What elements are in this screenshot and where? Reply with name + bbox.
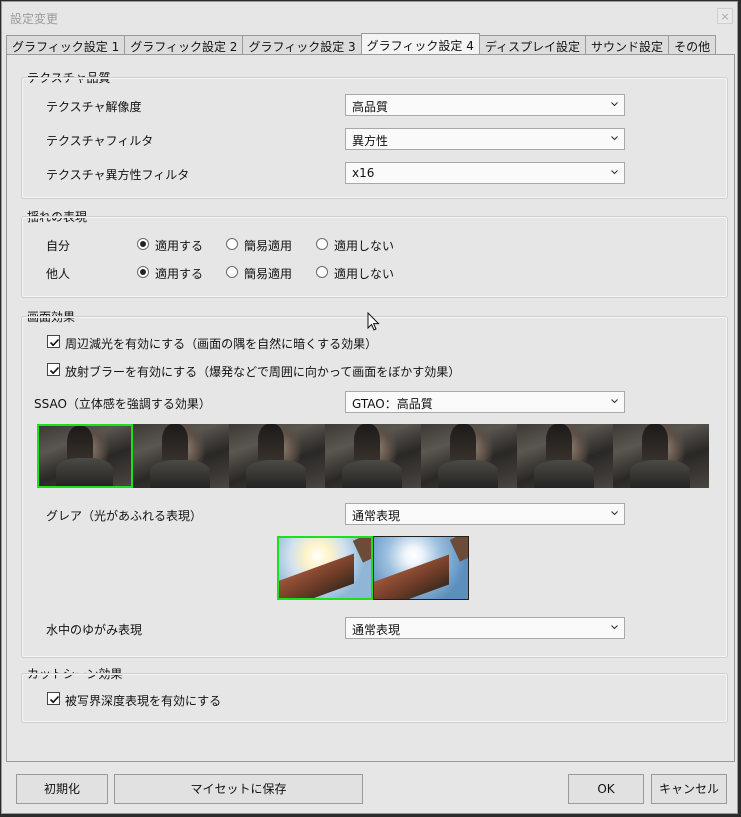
sway-others-apply-label: 適用する [155,267,204,281]
glare-dropdown[interactable]: 通常表現 [345,503,625,525]
sway-self-label: 自分 [46,239,71,253]
anisotropic-filter-label: テクスチャ異方性フィルタ [46,168,190,182]
tab-other[interactable]: その他 [668,35,717,55]
underwater-value: 通常表現 [352,623,401,637]
ssao-preview-6[interactable] [517,424,613,488]
chevron-down-icon [611,511,618,516]
reset-button[interactable]: 初期化 [16,774,108,804]
tab-display[interactable]: ディスプレイ設定 [478,35,587,55]
anisotropic-filter-dropdown[interactable]: x16 [345,162,625,184]
ssao-preview-3[interactable] [229,424,325,488]
sway-others-none-label: 適用しない [334,267,395,281]
radial-blur-checkbox[interactable] [47,363,60,376]
save-preset-button[interactable]: マイセットに保存 [114,774,363,804]
sway-others-none-radio[interactable] [316,266,328,278]
chevron-down-icon [611,399,618,404]
footer-bar: 初期化 マイセットに保存 OK キャンセル [2,762,737,814]
chevron-down-icon [611,102,618,107]
glare-label: グレア（光があふれる表現） [46,509,203,523]
ssao-preview-7[interactable] [613,424,709,488]
underwater-dropdown[interactable]: 通常表現 [345,617,625,639]
texture-resolution-value: 高品質 [352,100,389,114]
vignette-checkbox[interactable] [47,335,60,348]
close-button[interactable]: × [717,8,733,24]
sway-others-apply-radio[interactable] [137,266,149,278]
ok-button[interactable]: OK [568,774,644,804]
ssao-value: GTAO：高品質 [352,397,433,411]
tab-sound[interactable]: サウンド設定 [585,35,670,55]
settings-window: 設定変更 × グラフィック設定 1 グラフィック設定 2 グラフィック設定 3 グラフ… [1,1,738,814]
tab-graphics-4[interactable]: グラフィック設定 4 [360,33,480,56]
chevron-down-icon [611,170,618,175]
chevron-down-icon [611,625,618,630]
sway-group-box [21,216,728,298]
sway-self-apply-radio[interactable] [137,238,149,250]
mouse-cursor-icon [367,312,380,331]
ssao-preview-2[interactable] [133,424,229,488]
texture-filter-value: 異方性 [352,134,389,148]
chevron-down-icon [611,136,618,141]
window-title: 設定変更 [10,12,59,26]
checkmark-icon [49,366,60,375]
sway-others-simple-radio[interactable] [226,266,238,278]
radial-blur-label: 放射ブラーを有効にする（爆発などで周囲に向かって画面をぼかす効果） [65,365,461,379]
ssao-preview-1[interactable] [37,424,133,488]
texture-resolution-dropdown[interactable]: 高品質 [345,94,625,116]
tab-content: テクスチャ品質 テクスチャ解像度 高品質 テクスチャフィルタ 異方性 テクスチャ… [6,54,735,762]
sway-self-simple-label: 簡易適用 [244,239,293,253]
checkmark-icon [49,695,60,704]
sway-others-label: 他人 [46,267,71,281]
cancel-button[interactable]: キャンセル [651,774,727,804]
glare-preview-1[interactable] [277,536,373,600]
sway-self-none-radio[interactable] [316,238,328,250]
tab-graphics-2[interactable]: グラフィック設定 2 [124,35,244,55]
sway-self-apply-label: 適用する [155,239,204,253]
sway-self-none-label: 適用しない [334,239,395,253]
texture-filter-dropdown[interactable]: 異方性 [345,128,625,150]
checkmark-icon [49,338,60,347]
glare-value: 通常表現 [352,509,401,523]
ssao-preview-5[interactable] [421,424,517,488]
ssao-dropdown[interactable]: GTAO：高品質 [345,391,625,413]
tab-graphics-1[interactable]: グラフィック設定 1 [6,35,126,55]
ssao-label: SSAO（立体感を強調する効果） [34,397,211,411]
texture-resolution-label: テクスチャ解像度 [46,100,142,114]
texture-filter-label: テクスチャフィルタ [46,134,154,148]
dof-checkbox[interactable] [47,692,60,705]
vignette-label: 周辺減光を有効にする（画面の隅を自然に暗くする効果） [65,337,378,351]
title-bar: 設定変更 × [2,2,737,32]
tab-bar: グラフィック設定 1 グラフィック設定 2 グラフィック設定 3 グラフィック設定 4… [6,32,717,56]
sway-self-simple-radio[interactable] [226,238,238,250]
tab-graphics-3[interactable]: グラフィック設定 3 [242,35,362,55]
underwater-label: 水中のゆがみ表現 [46,623,143,637]
ssao-preview-4[interactable] [325,424,421,488]
dof-label: 被写界深度表現を有効にする [65,694,222,708]
anisotropic-filter-value: x16 [352,166,375,180]
glare-preview-2[interactable] [373,536,469,600]
sway-others-simple-label: 簡易適用 [244,267,293,281]
